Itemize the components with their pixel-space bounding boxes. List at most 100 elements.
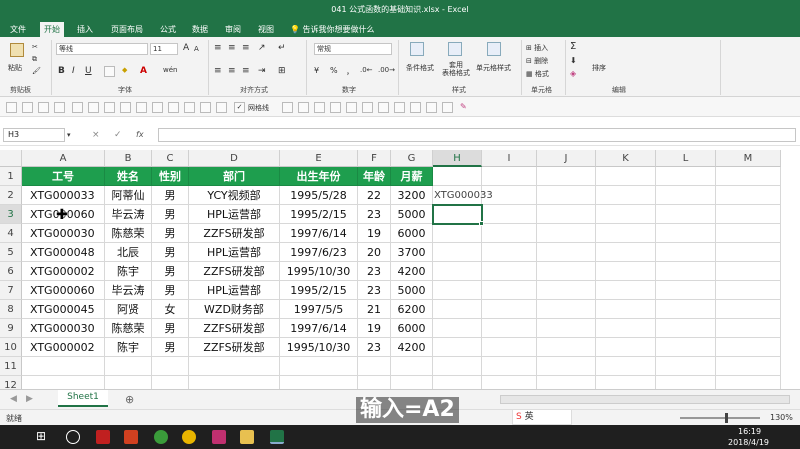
cell-g2[interactable]: 3200 (391, 186, 433, 205)
tool-icon[interactable] (88, 102, 99, 113)
cell-d1[interactable]: 部门 (189, 167, 280, 186)
row-header-2[interactable]: 2 (0, 186, 22, 205)
format-painter-icon[interactable]: 🖌 (32, 67, 41, 75)
cell-j7[interactable] (537, 281, 596, 300)
search-icon[interactable] (66, 430, 80, 444)
cell-j6[interactable] (537, 262, 596, 281)
cancel-formula-button[interactable]: × (92, 130, 100, 140)
cell-d2[interactable]: YCY视频部 (189, 186, 280, 205)
cell-l4[interactable] (656, 224, 716, 243)
cell-h1[interactable] (433, 167, 482, 186)
tool-icon[interactable] (442, 102, 453, 113)
cell-f2[interactable]: 22 (358, 186, 391, 205)
cell-j4[interactable] (537, 224, 596, 243)
cell-b11[interactable] (105, 357, 152, 376)
formula-input[interactable] (158, 128, 796, 142)
select-all-corner[interactable] (0, 150, 22, 167)
cell-l10[interactable] (656, 338, 716, 357)
column-header-f[interactable]: F (358, 150, 391, 167)
cell-styles-icon[interactable] (487, 42, 501, 56)
cell-l9[interactable] (656, 319, 716, 338)
phonetic-button[interactable]: wén (163, 66, 177, 74)
cell-i9[interactable] (482, 319, 537, 338)
cell-m1[interactable] (716, 167, 781, 186)
wrap-text-icon[interactable]: ↵ (278, 43, 286, 53)
clear-icon[interactable]: ◈ (570, 69, 576, 78)
powerpoint-icon[interactable] (124, 430, 138, 444)
row-header-6[interactable]: 6 (0, 262, 22, 281)
cell-j1[interactable] (537, 167, 596, 186)
cell-e8[interactable]: 1997/5/5 (280, 300, 358, 319)
tool-icon[interactable] (298, 102, 309, 113)
cell-k11[interactable] (596, 357, 656, 376)
cell-h2[interactable]: XTG000033 (433, 186, 493, 205)
sort-filter-label[interactable]: 排序 (592, 63, 606, 73)
tool-icon[interactable] (346, 102, 357, 113)
cell-i8[interactable] (482, 300, 537, 319)
ime-toolbar[interactable]: S 英 (512, 409, 572, 425)
cell-m6[interactable] (716, 262, 781, 281)
column-header-m[interactable]: M (716, 150, 781, 167)
worksheet-grid[interactable]: ABCDEFGHIJKLM12345678910111213工号姓名性别部门出生… (0, 150, 800, 414)
cell-i5[interactable] (482, 243, 537, 262)
decrease-decimal-icon[interactable]: .00→ (378, 66, 395, 74)
paste-icon[interactable] (10, 43, 24, 57)
cell-b4[interactable]: 陈慈荣 (105, 224, 152, 243)
chrome-icon[interactable] (182, 430, 196, 444)
align-middle-icon[interactable]: ≡ (228, 43, 236, 53)
cell-l1[interactable] (656, 167, 716, 186)
row-header-8[interactable]: 8 (0, 300, 22, 319)
cell-j11[interactable] (537, 357, 596, 376)
cell-m2[interactable] (716, 186, 781, 205)
cell-d11[interactable] (189, 357, 280, 376)
enter-formula-button[interactable]: ✓ (114, 130, 122, 140)
cell-a5[interactable]: XTG000048 (22, 243, 105, 262)
column-header-k[interactable]: K (596, 150, 656, 167)
cell-m5[interactable] (716, 243, 781, 262)
cell-b7[interactable]: 毕云涛 (105, 281, 152, 300)
font-size-combo[interactable]: 11 (150, 43, 178, 55)
insert-cells-button[interactable]: ⊞ 插入 (526, 43, 548, 53)
row-header-9[interactable]: 9 (0, 319, 22, 338)
tab-file[interactable]: 文件 (6, 22, 30, 37)
cell-i7[interactable] (482, 281, 537, 300)
tool-icon[interactable] (216, 102, 227, 113)
column-header-d[interactable]: D (189, 150, 280, 167)
column-header-j[interactable]: J (537, 150, 596, 167)
row-header-4[interactable]: 4 (0, 224, 22, 243)
cell-h10[interactable] (433, 338, 482, 357)
row-header-11[interactable]: 11 (0, 357, 22, 376)
cell-k6[interactable] (596, 262, 656, 281)
cell-e1[interactable]: 出生年份 (280, 167, 358, 186)
cell-g8[interactable]: 6200 (391, 300, 433, 319)
cell-e4[interactable]: 1997/6/14 (280, 224, 358, 243)
cell-d7[interactable]: HPL运营部 (189, 281, 280, 300)
tool-icon[interactable] (6, 102, 17, 113)
tool-icon[interactable] (120, 102, 131, 113)
tool-icon[interactable] (282, 102, 293, 113)
cell-m3[interactable] (716, 205, 781, 224)
app-icon[interactable] (96, 430, 110, 444)
cell-c10[interactable]: 男 (152, 338, 189, 357)
cell-m11[interactable] (716, 357, 781, 376)
column-header-h[interactable]: H (433, 150, 482, 167)
cell-d3[interactable]: HPL运营部 (189, 205, 280, 224)
cell-c2[interactable]: 男 (152, 186, 189, 205)
cell-f3[interactable]: 23 (358, 205, 391, 224)
cell-c4[interactable]: 男 (152, 224, 189, 243)
row-header-10[interactable]: 10 (0, 338, 22, 357)
column-header-e[interactable]: E (280, 150, 358, 167)
italic-button[interactable]: I (72, 66, 75, 76)
cell-j2[interactable] (537, 186, 596, 205)
cell-j10[interactable] (537, 338, 596, 357)
column-header-b[interactable]: B (105, 150, 152, 167)
cell-e9[interactable]: 1997/6/14 (280, 319, 358, 338)
tool-icon[interactable] (330, 102, 341, 113)
eraser-icon[interactable]: ✎ (460, 102, 467, 111)
cell-k9[interactable] (596, 319, 656, 338)
cell-e10[interactable]: 1995/10/30 (280, 338, 358, 357)
column-header-g[interactable]: G (391, 150, 433, 167)
tool-icon[interactable] (184, 102, 195, 113)
cell-l2[interactable] (656, 186, 716, 205)
cell-b6[interactable]: 陈宇 (105, 262, 152, 281)
